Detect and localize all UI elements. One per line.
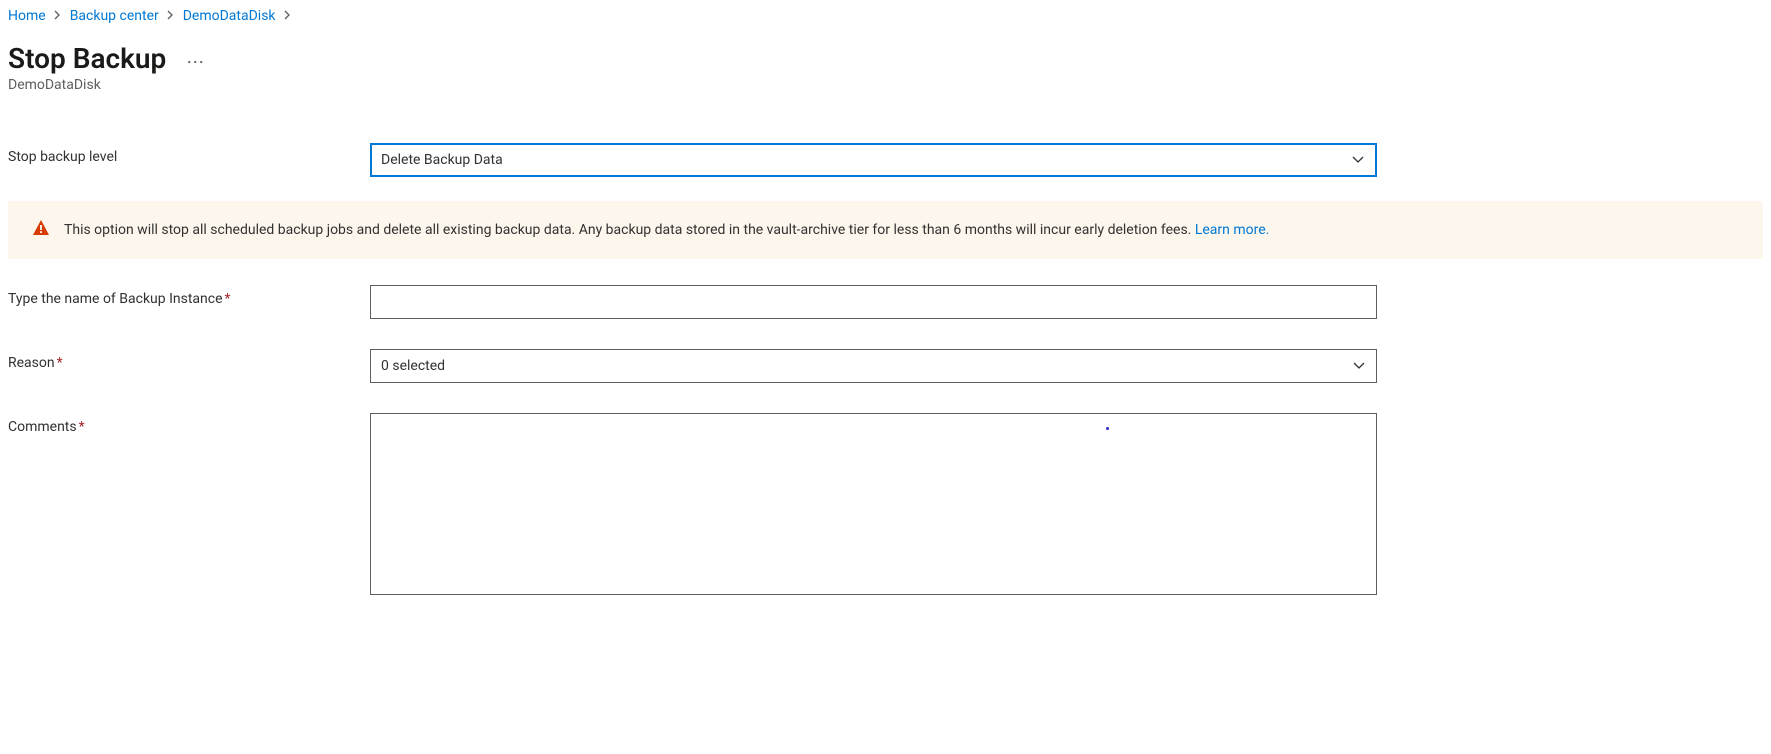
comments-textarea[interactable] [370, 413, 1377, 595]
page-title: Stop Backup [8, 42, 166, 75]
row-reason: Reason* 0 selected [8, 349, 1763, 383]
row-comments: Comments* [8, 413, 1763, 599]
warning-text: This option will stop all scheduled back… [64, 222, 1269, 238]
row-backup-instance-name: Type the name of Backup Instance* [8, 285, 1763, 319]
required-indicator: * [57, 355, 63, 371]
more-options-icon[interactable]: ⋯ [186, 54, 206, 72]
page-title-row: Stop Backup ⋯ [8, 42, 1763, 75]
chevron-down-icon [1352, 361, 1366, 371]
warning-banner: This option will stop all scheduled back… [8, 201, 1763, 259]
learn-more-link[interactable]: Learn more. [1195, 222, 1270, 238]
breadcrumb-home[interactable]: Home [8, 8, 46, 24]
warning-icon [32, 219, 50, 241]
required-indicator: * [79, 419, 85, 435]
label-reason: Reason* [8, 349, 370, 371]
breadcrumb: Home Backup center DemoDataDisk [8, 8, 1763, 24]
label-backup-instance-name: Type the name of Backup Instance* [8, 285, 370, 307]
backup-instance-name-input[interactable] [370, 285, 1377, 319]
breadcrumb-backup-center[interactable]: Backup center [70, 8, 159, 24]
stop-backup-level-select[interactable]: Delete Backup Data [370, 143, 1377, 177]
warning-message: This option will stop all scheduled back… [64, 222, 1195, 238]
required-indicator: * [225, 291, 231, 307]
chevron-right-icon [284, 9, 292, 23]
cursor-dot [1106, 427, 1109, 430]
row-stop-backup-level: Stop backup level Delete Backup Data [8, 143, 1763, 177]
chevron-down-icon [1351, 155, 1365, 165]
label-stop-backup-level: Stop backup level [8, 143, 370, 165]
reason-value: 0 selected [381, 358, 445, 374]
label-comments: Comments* [8, 413, 370, 435]
page-subtitle: DemoDataDisk [8, 77, 1763, 93]
chevron-right-icon [167, 9, 175, 23]
chevron-right-icon [54, 9, 62, 23]
stop-backup-level-value: Delete Backup Data [381, 152, 503, 168]
breadcrumb-demodatadisk[interactable]: DemoDataDisk [183, 8, 276, 24]
reason-select[interactable]: 0 selected [370, 349, 1377, 383]
